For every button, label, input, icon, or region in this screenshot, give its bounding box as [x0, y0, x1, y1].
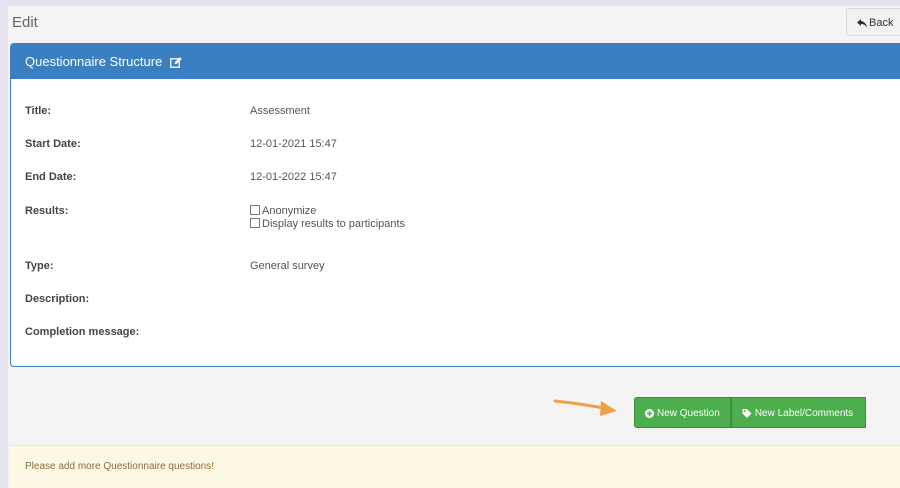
- anonymize-label: Anonymize: [262, 205, 317, 217]
- field-title-value: Assessment: [250, 105, 310, 117]
- field-type-label: Type:: [25, 260, 54, 272]
- page-title: Edit: [12, 14, 38, 31]
- back-button[interactable]: Back: [846, 8, 900, 36]
- anonymize-option[interactable]: Anonymize: [250, 205, 650, 218]
- field-completion-message-label: Completion message:: [25, 326, 140, 338]
- results-options: Anonymize Display results to participant…: [250, 205, 650, 231]
- info-alert: Please add more Questionnaire questions!: [10, 445, 900, 488]
- question-actions: New Question New Label/Comments: [634, 397, 867, 428]
- reply-icon: [857, 19, 867, 28]
- field-results-label: Results:: [25, 205, 69, 217]
- tag-icon: [742, 409, 752, 418]
- plus-circle-icon: [645, 409, 654, 418]
- anonymize-checkbox[interactable]: [250, 205, 260, 215]
- field-start-date-value: 12-01-2021 15:47: [250, 138, 337, 150]
- back-button-label: Back: [869, 17, 894, 29]
- field-description-label: Description:: [25, 293, 90, 305]
- edit-icon[interactable]: [170, 57, 182, 68]
- alert-message: Please add more Questionnaire questions!: [25, 461, 215, 472]
- questionnaire-structure-panel: Questionnaire Structure Title: Assessmen…: [10, 43, 900, 367]
- field-start-date-label: Start Date:: [25, 138, 81, 150]
- display-results-label: Display results to participants: [262, 218, 406, 230]
- field-type-value: General survey: [250, 260, 325, 272]
- display-results-option[interactable]: Display results to participants: [250, 218, 650, 231]
- new-question-button[interactable]: New Question: [634, 397, 731, 428]
- arrow-annotation: [553, 399, 617, 416]
- panel-title: Questionnaire Structure: [25, 54, 163, 69]
- new-label-comments-label: New Label/Comments: [754, 408, 854, 419]
- field-title-label: Title:: [25, 105, 52, 117]
- display-results-checkbox[interactable]: [250, 218, 260, 228]
- panel-header: Questionnaire Structure: [11, 44, 900, 79]
- new-question-label: New Question: [657, 408, 720, 419]
- field-end-date-value: 12-01-2022 15:47: [250, 171, 337, 183]
- field-end-date-label: End Date:: [25, 171, 77, 183]
- new-label-comments-button[interactable]: New Label/Comments: [730, 397, 867, 428]
